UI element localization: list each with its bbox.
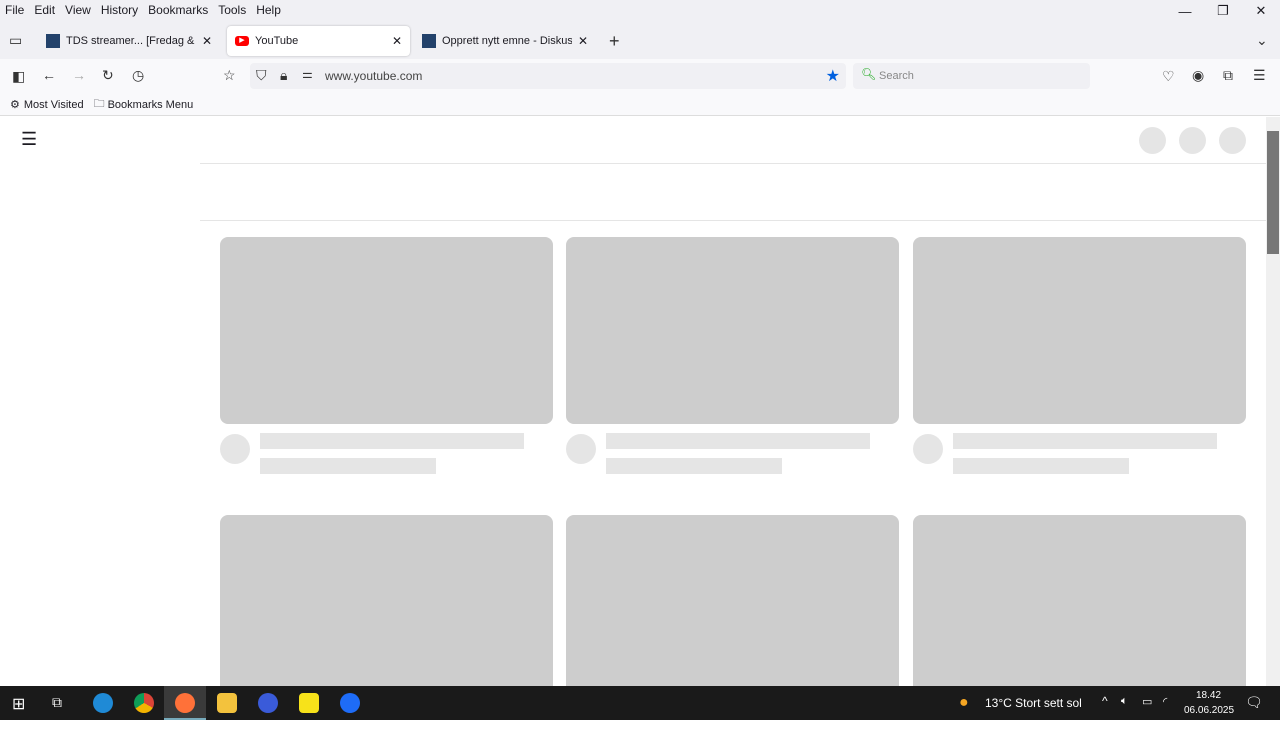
- chrome-icon[interactable]: [134, 693, 154, 713]
- skeleton-channel-avatar: [913, 434, 943, 464]
- site-favicon: [46, 34, 60, 48]
- gear-icon: ⚙: [10, 99, 20, 111]
- account-icon[interactable]: ◉: [1192, 67, 1204, 84]
- divider: [200, 163, 1266, 164]
- skeleton-title-line: [260, 433, 524, 449]
- skeleton-thumbnail: [913, 237, 1246, 424]
- pocket-icon[interactable]: ♡: [1162, 68, 1175, 85]
- close-window-button[interactable]: ✕: [1242, 0, 1280, 22]
- weather-text[interactable]: 13°C Stort sett sol: [985, 696, 1082, 710]
- skeleton-meta-line: [606, 458, 782, 474]
- skeleton-avatar: [1139, 127, 1166, 154]
- menu-bar: File Edit View History Bookmarks Tools H…: [0, 0, 1280, 20]
- task-view-icon[interactable]: ⧉: [52, 694, 62, 711]
- youtube-favicon: ▶: [235, 36, 249, 46]
- skeleton-title-line: [606, 433, 870, 449]
- menu-history[interactable]: History: [96, 3, 143, 17]
- clock-time[interactable]: 18.42: [1196, 690, 1221, 701]
- skeleton-thumbnail: [220, 515, 553, 686]
- weather-icon: ●: [959, 694, 969, 711]
- url-text[interactable]: www.youtube.com: [325, 69, 422, 83]
- bookmarks-toolbar: ⚙ Most Visited 🗀 Bookmarks Menu: [0, 94, 1280, 116]
- save-to-pocket-icon[interactable]: ☆: [223, 67, 236, 84]
- close-tab-icon[interactable]: ✕: [392, 34, 402, 48]
- shield-icon[interactable]: ⛉: [256, 67, 267, 84]
- firefox-taskbar-button[interactable]: [164, 686, 206, 720]
- app-menu-icon[interactable]: ☰: [1253, 67, 1266, 84]
- skeleton-thumbnail: [566, 237, 899, 424]
- taskbar: ⊞ ⧉ ● 13°C Stort sett sol ^ 🔈︎ ▭ ◜ 18.42…: [0, 686, 1280, 720]
- search-placeholder: Search: [879, 70, 914, 82]
- site-favicon: [422, 34, 436, 48]
- bookmark-star-icon[interactable]: ★: [826, 66, 840, 86]
- edge-icon[interactable]: [93, 693, 113, 713]
- scrollbar[interactable]: [1266, 117, 1280, 686]
- minimize-button[interactable]: —: [1166, 0, 1204, 22]
- hamburger-menu-icon[interactable]: ☰: [21, 129, 37, 150]
- menu-help[interactable]: Help: [251, 3, 286, 17]
- show-hidden-icons-chevron-icon[interactable]: ^: [1102, 694, 1108, 708]
- divider: [200, 220, 1266, 221]
- tab-bar: ▭ TDS streamer... [Fredag & Lørdag] ✕ ▶ …: [0, 20, 1280, 59]
- wifi-icon[interactable]: ◜: [1163, 695, 1167, 708]
- file-explorer-icon[interactable]: [217, 693, 237, 713]
- sticky-notes-icon[interactable]: [299, 693, 319, 713]
- sidebar-icon[interactable]: ◧: [12, 68, 25, 85]
- skeleton-thumbnail: [220, 237, 553, 424]
- lock-icon[interactable]: 🔒︎: [280, 67, 287, 84]
- skeleton-meta-line: [953, 458, 1129, 474]
- tab-overview-icon[interactable]: ▭: [9, 32, 22, 49]
- volume-icon[interactable]: 🔈︎: [1121, 695, 1128, 708]
- skeleton-avatar: [1179, 127, 1206, 154]
- scrollbar-thumb[interactable]: [1267, 131, 1279, 254]
- tab-youtube[interactable]: ▶ YouTube ✕: [227, 26, 410, 56]
- tab-diskusjon[interactable]: Opprett nytt emne - Diskusjon.no ✕: [414, 26, 596, 56]
- app-icon[interactable]: [258, 693, 278, 713]
- skeleton-channel-avatar: [566, 434, 596, 464]
- folder-icon: 🗀: [93, 98, 105, 110]
- firefox-icon: [175, 693, 195, 713]
- zoom-icon[interactable]: [340, 693, 360, 713]
- skeleton-title-line: [953, 433, 1217, 449]
- close-tab-icon[interactable]: ✕: [202, 34, 212, 48]
- navigation-toolbar: ◧ ← → ↻ ◷ ☆ ⛉ 🔒︎ ⚌ www.youtube.com ★ 🔍︎ …: [0, 59, 1280, 94]
- close-tab-icon[interactable]: ✕: [578, 34, 588, 48]
- skeleton-thumbnail: [913, 515, 1246, 686]
- list-tabs-chevron-icon[interactable]: ⌄: [1256, 32, 1268, 49]
- bookmark-bookmarks-menu[interactable]: Bookmarks Menu: [108, 99, 194, 111]
- search-icon: 🔍︎: [861, 67, 877, 81]
- skeleton-thumbnail: [566, 515, 899, 686]
- clock-date[interactable]: 06.06.2025: [1184, 705, 1234, 716]
- battery-icon[interactable]: ▭: [1142, 695, 1152, 708]
- tab-title: Opprett nytt emne - Diskusjon.no: [442, 35, 572, 47]
- youtube-page: ☰: [0, 117, 1266, 686]
- tab-title: YouTube: [255, 35, 299, 47]
- windows-start-icon[interactable]: ⊞: [12, 694, 25, 714]
- restore-button[interactable]: ❐: [1204, 0, 1242, 22]
- menu-edit[interactable]: Edit: [29, 3, 60, 17]
- search-input[interactable]: 🔍︎ Search: [853, 63, 1090, 89]
- bookmark-most-visited[interactable]: Most Visited: [24, 99, 84, 111]
- menu-bookmarks[interactable]: Bookmarks: [143, 3, 213, 17]
- skeleton-meta-line: [260, 458, 436, 474]
- tab-tds[interactable]: TDS streamer... [Fredag & Lørdag] ✕: [38, 26, 220, 56]
- reload-icon[interactable]: ↻: [102, 67, 114, 84]
- back-icon[interactable]: ←: [42, 67, 56, 83]
- skeleton-avatar: [1219, 127, 1246, 154]
- new-tab-icon[interactable]: +: [609, 31, 620, 52]
- permissions-icon[interactable]: ⚌: [302, 67, 313, 81]
- history-icon[interactable]: ◷: [132, 67, 144, 84]
- skeleton-channel-avatar: [220, 434, 250, 464]
- tab-title: TDS streamer... [Fredag & Lørdag]: [66, 35, 196, 47]
- menu-tools[interactable]: Tools: [213, 3, 251, 17]
- menu-view[interactable]: View: [60, 3, 96, 17]
- extensions-icon[interactable]: ⧉: [1223, 67, 1233, 84]
- menu-file[interactable]: File: [0, 3, 29, 17]
- forward-icon[interactable]: →: [72, 67, 86, 83]
- url-bar[interactable]: ⛉ 🔒︎ ⚌ www.youtube.com ★: [250, 63, 846, 89]
- notifications-icon[interactable]: 🗨︎: [1245, 694, 1263, 711]
